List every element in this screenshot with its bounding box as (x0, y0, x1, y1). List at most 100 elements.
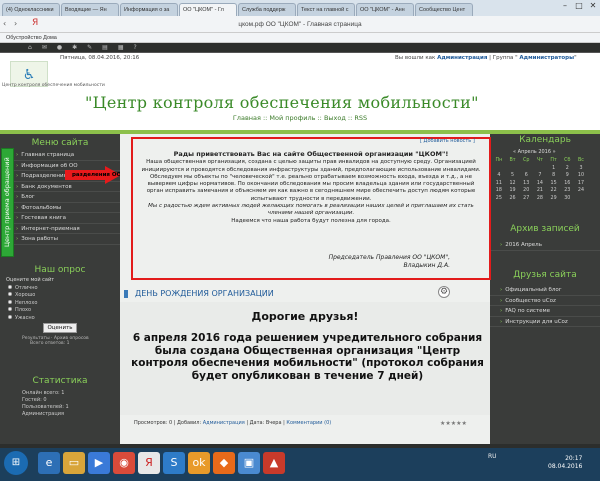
maximize-icon[interactable]: □ (572, 0, 586, 12)
calendar-day[interactable]: 27 (519, 195, 533, 203)
calendar-day[interactable]: 5 (506, 172, 520, 180)
ok-icon[interactable]: ok (188, 452, 210, 474)
grid-icon[interactable]: ▦ (118, 44, 124, 51)
mail-icon[interactable]: ✉ (42, 44, 47, 51)
calendar-day[interactable]: 15 (547, 180, 561, 188)
calendar-day[interactable]: 22 (547, 187, 561, 195)
calendar-day[interactable]: 24 (574, 187, 588, 195)
calendar-day[interactable]: 18 (492, 187, 506, 195)
clock[interactable]: 20:17 08.04.2016 (548, 455, 582, 471)
poll-option[interactable]: Ужасно (0, 314, 120, 323)
media-icon[interactable]: ▶ (88, 452, 110, 474)
archive-item[interactable]: 2016 Апрель (490, 240, 600, 251)
calendar-day[interactable] (492, 165, 506, 173)
menu-item[interactable]: Фотоальбомы (6, 203, 120, 213)
home-icon[interactable]: ⌂ (28, 44, 32, 51)
stat-item[interactable]: Администрация (14, 411, 114, 418)
poll-option[interactable]: Неплохо (0, 299, 120, 308)
friends-item[interactable]: Официальный блог (490, 285, 600, 296)
app-icon[interactable]: ▲ (263, 452, 285, 474)
menu-item[interactable]: Блог (6, 192, 120, 203)
browser-tab[interactable]: (4) Одноклассники (2, 3, 60, 16)
browser-tab[interactable]: Текст на главной с (297, 3, 355, 16)
calendar-day[interactable]: 19 (506, 187, 520, 195)
browser-tab-active[interactable]: ОО "ЦКОМ" - Гл (179, 3, 237, 16)
app-icon[interactable]: ▣ (238, 452, 260, 474)
calendar-day[interactable]: 2 (560, 165, 574, 173)
menu-item[interactable]: Гостевая книга (6, 213, 120, 224)
calendar-day[interactable]: 17 (574, 180, 588, 188)
add-news-link[interactable]: [ Добавить новость ] (420, 138, 475, 144)
author-link[interactable]: Администрация (203, 420, 245, 426)
menu-item[interactable]: Интернет-приемная (6, 224, 120, 234)
edit-icon[interactable]: ✎ (87, 44, 92, 51)
rating-stars-icon[interactable]: ★★★★★ (440, 420, 467, 427)
language-indicator[interactable]: RU (488, 453, 497, 460)
friends-item[interactable]: Сообщество uCoz (490, 296, 600, 306)
app-icon[interactable]: ◆ (213, 452, 235, 474)
settings-icon[interactable]: ✱ (72, 44, 77, 51)
browser-tab[interactable]: Входящие — Ян (61, 3, 119, 16)
login-user-link[interactable]: Администрация (437, 55, 487, 61)
calendar-day[interactable]: 29 (547, 195, 561, 203)
calendar-day[interactable]: 10 (574, 172, 588, 180)
yandex-icon[interactable]: Я (32, 18, 38, 28)
calendar-day[interactable]: 16 (560, 180, 574, 188)
folder-icon[interactable]: ▭ (63, 452, 85, 474)
calendar-day[interactable]: 13 (519, 180, 533, 188)
calendar-day[interactable] (574, 195, 588, 203)
calendar-day[interactable]: 3 (574, 165, 588, 173)
friends-item[interactable]: FAQ по системе (490, 306, 600, 317)
poll-option[interactable]: Плохо (0, 307, 120, 315)
vote-button[interactable]: Оценить (43, 323, 77, 333)
browser-tab[interactable]: Информация о за (120, 3, 178, 16)
calendar-day[interactable]: 4 (492, 172, 506, 180)
calendar-day[interactable]: 14 (533, 180, 547, 188)
group-link[interactable]: Администраторы (519, 55, 574, 61)
calendar-day[interactable]: 26 (506, 195, 520, 203)
browser-tab[interactable]: Служба поддерж (238, 3, 296, 16)
friends-item[interactable]: Инструкции для uCoz (490, 317, 600, 327)
calendar-day[interactable]: 20 (519, 187, 533, 195)
bookmark-item[interactable]: Обустройство Дома (0, 33, 600, 43)
menu-item[interactable]: Главная страница (6, 150, 120, 161)
minimize-icon[interactable]: – (558, 0, 572, 12)
forward-icon[interactable]: › (14, 19, 17, 28)
poll-results-link[interactable]: Результаты · Архив опросов Всего ответов… (22, 336, 89, 346)
top-nav[interactable]: Главная :: Мой профиль :: Выход :: RSS (0, 114, 600, 122)
calendar-day[interactable]: 23 (560, 187, 574, 195)
calendar-month[interactable]: « Апрель 2016 » (513, 149, 556, 155)
browser-tab[interactable]: Сообщество Цент (415, 3, 473, 16)
calendar-day[interactable]: 7 (533, 172, 547, 180)
ie-icon[interactable]: e (38, 452, 60, 474)
chart-icon[interactable]: ▤ (102, 44, 108, 51)
calendar-day[interactable] (519, 165, 533, 173)
calendar-day[interactable]: 28 (533, 195, 547, 203)
yandex-icon[interactable]: Я (138, 452, 160, 474)
browser-tab[interactable]: ОО "ЦКОМ" - Анн (356, 3, 414, 16)
user-icon[interactable]: ● (57, 44, 62, 51)
calendar-day[interactable]: 11 (492, 180, 506, 188)
news-title[interactable]: ДЕНЬ РОЖДЕНИЯ ОРГАНИЗАЦИИ (135, 289, 274, 298)
calendar-day[interactable]: 25 (492, 195, 506, 203)
calendar-day[interactable]: 21 (533, 187, 547, 195)
help-icon[interactable]: ? (134, 44, 137, 51)
chrome-icon[interactable]: ◉ (113, 452, 135, 474)
calendar-day[interactable]: 8 (547, 172, 561, 180)
start-button-icon[interactable]: ⊞ (4, 451, 28, 475)
calendar-day[interactable] (533, 165, 547, 173)
calendar-day[interactable]: 30 (560, 195, 574, 203)
menu-item[interactable]: Зона работы (6, 234, 120, 245)
back-icon[interactable]: ‹ (3, 19, 6, 28)
calendar-day[interactable] (506, 165, 520, 173)
gear-icon[interactable]: ⚙ (438, 286, 450, 298)
calendar-day[interactable]: 1 (547, 165, 561, 173)
appeals-side-tab[interactable]: Центр приема обращений (1, 148, 14, 257)
calendar-day[interactable]: 6 (519, 172, 533, 180)
close-icon[interactable]: ✕ (586, 0, 600, 12)
poll-option[interactable]: Хорошо (0, 292, 120, 300)
url-field[interactable]: цком.рф ОО "ЦКОМ" - Главная страница (180, 19, 420, 30)
poll-option[interactable]: Отлично (0, 284, 120, 293)
comments-link[interactable]: Комментарии (0) (286, 420, 331, 426)
skype-icon[interactable]: S (163, 452, 185, 474)
